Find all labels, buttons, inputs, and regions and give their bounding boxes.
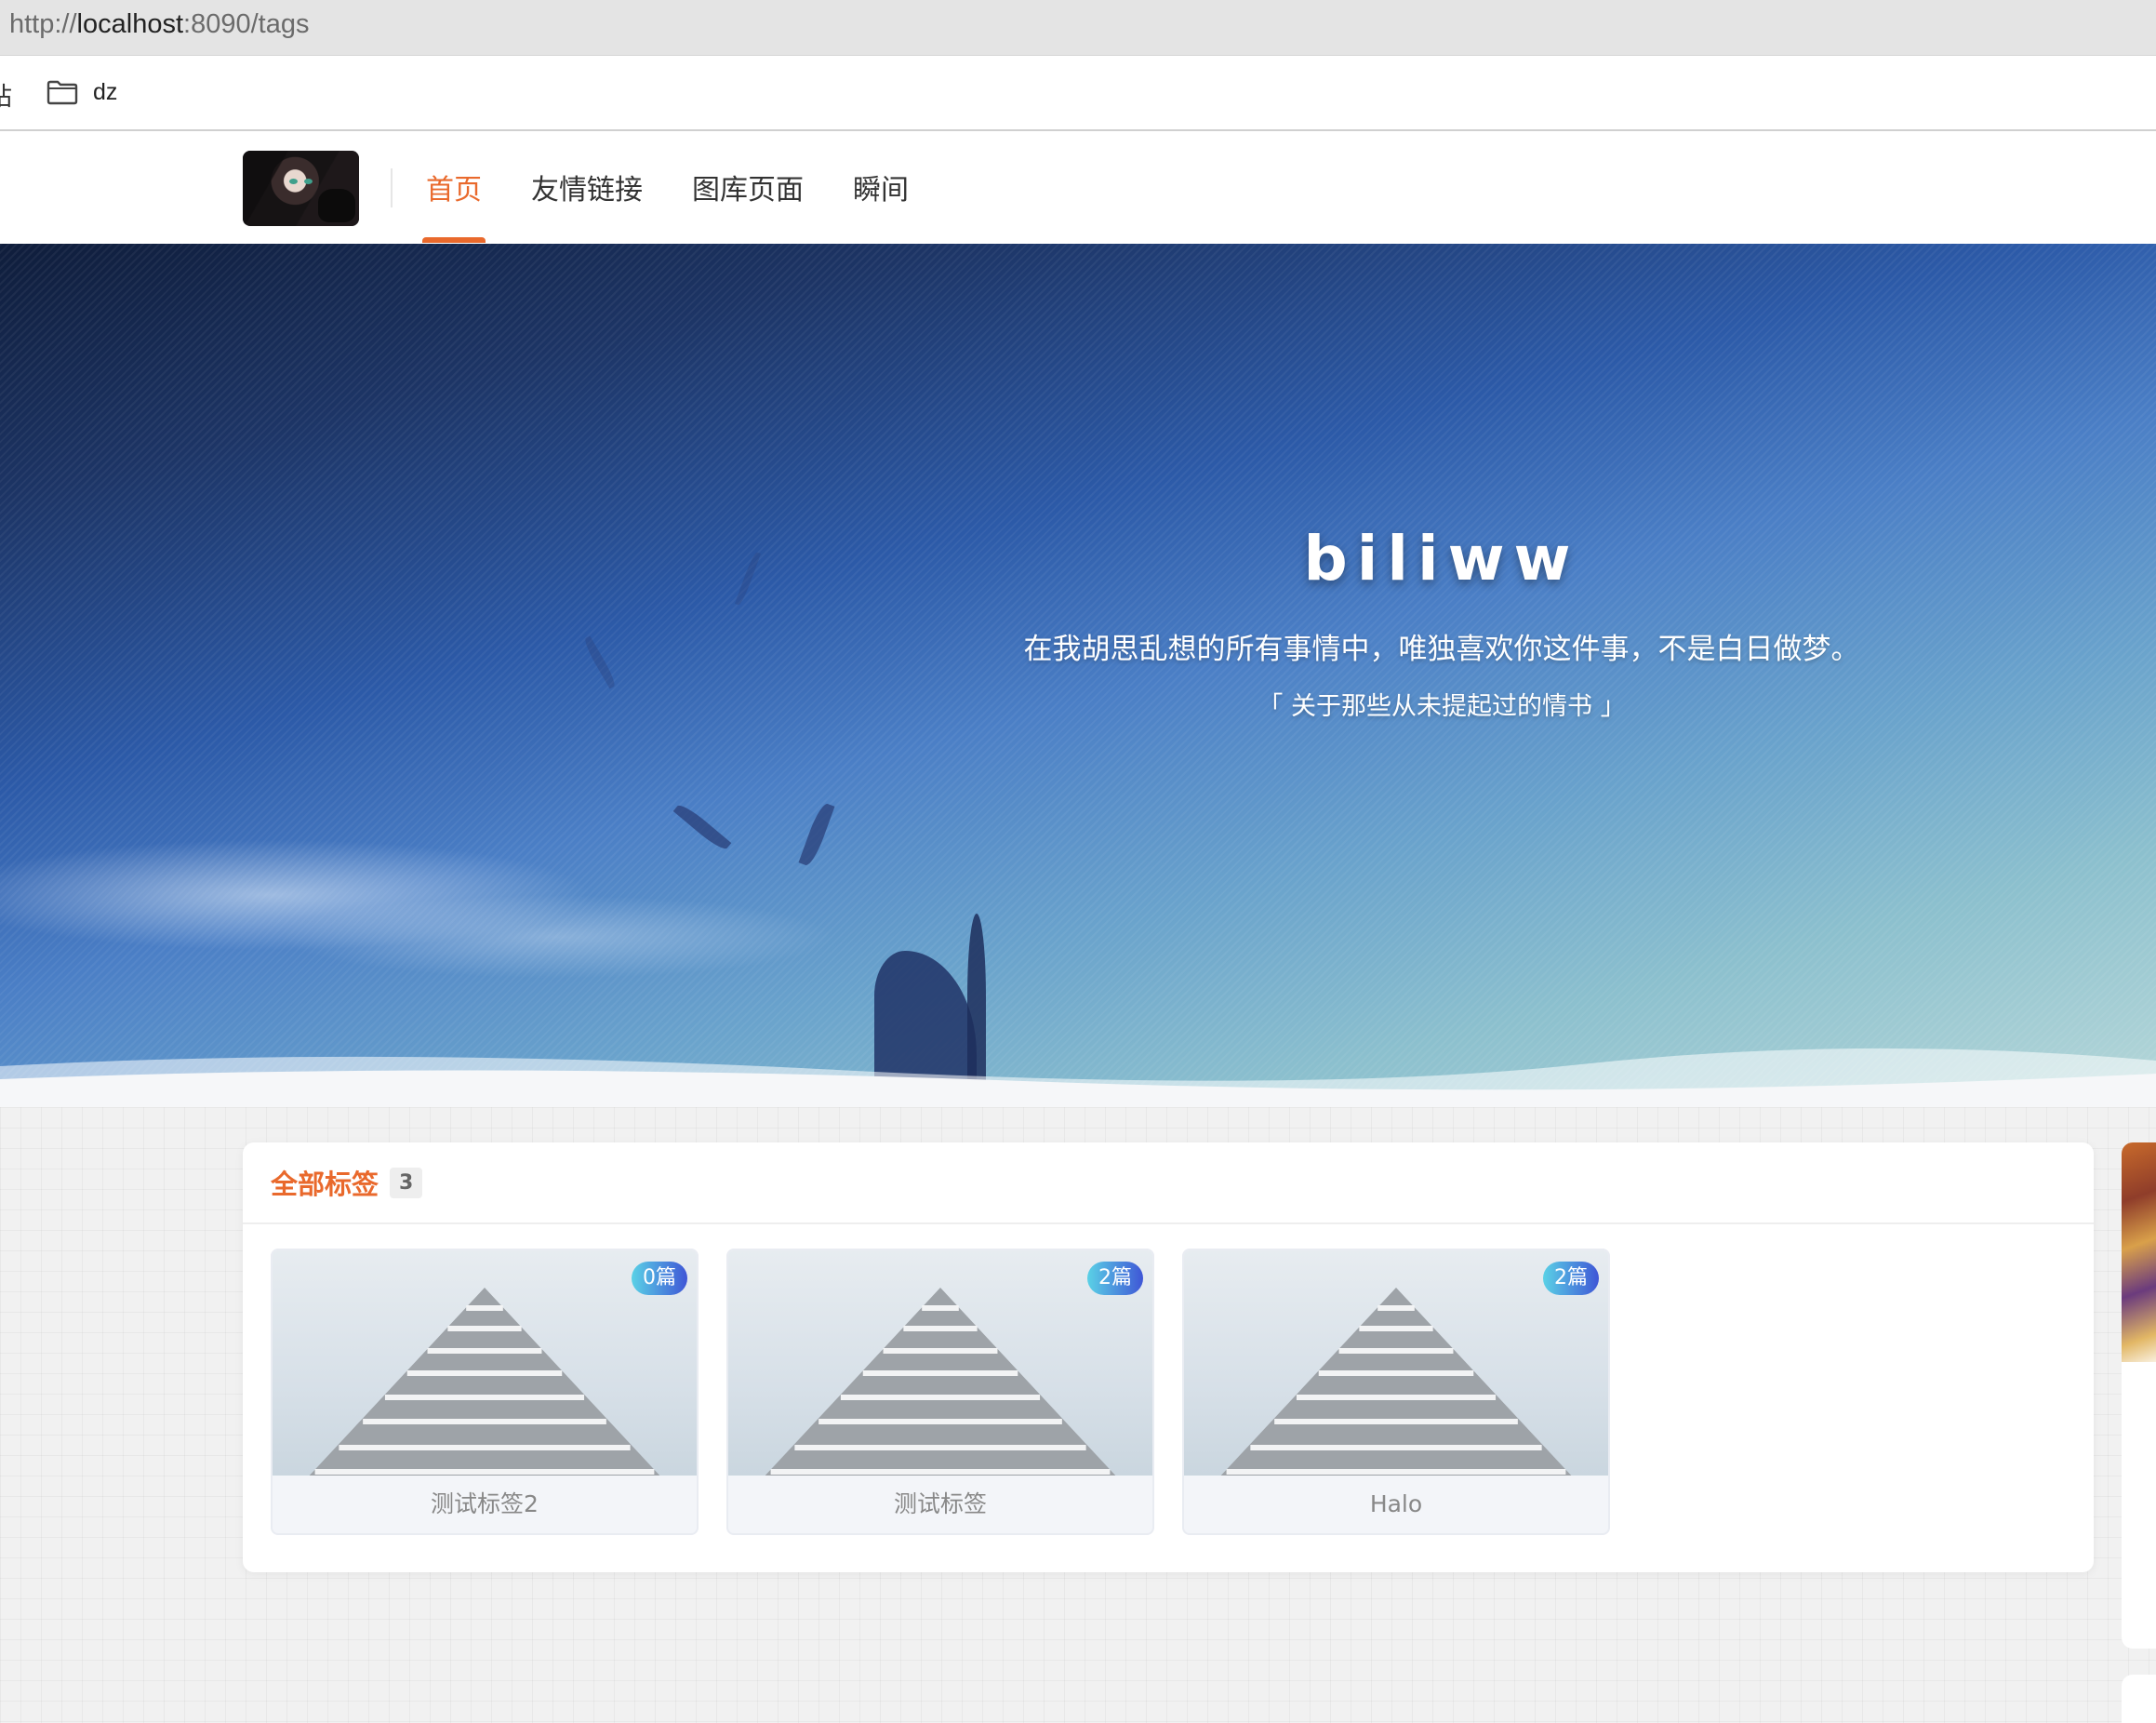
url-host: localhost bbox=[76, 9, 184, 39]
hero-subtitle: 在我胡思乱想的所有事情中，唯独喜欢你这件事，不是白日做梦。 bbox=[1023, 633, 1860, 666]
tags-card-title: 全部标签 bbox=[271, 1169, 379, 1200]
logo-eye-right bbox=[304, 179, 313, 184]
sidebar-card bbox=[2122, 1675, 2156, 1723]
hero-quote: 「 关于那些从未提起过的情书 」 bbox=[1258, 692, 1626, 721]
logo-cat-shape bbox=[318, 189, 355, 222]
header-divider bbox=[391, 168, 393, 207]
tag-card[interactable]: 0篇 测试标签2 bbox=[271, 1249, 699, 1535]
nav-item-home[interactable]: 首页 bbox=[422, 167, 486, 243]
post-count-badge: 0篇 bbox=[632, 1262, 687, 1295]
hero-stripe-overlay bbox=[0, 244, 2156, 1107]
tag-name: 测试标签2 bbox=[431, 1490, 539, 1517]
hero-wave bbox=[0, 1048, 2156, 1107]
bookmarks-bar: 站 dz bbox=[0, 56, 2156, 131]
site-header: 首页 友情链接 图库页面 瞬间 bbox=[0, 131, 2156, 244]
tag-cover-image: 0篇 bbox=[273, 1250, 697, 1476]
nav-item-moments[interactable]: 瞬间 bbox=[853, 167, 909, 207]
tag-card[interactable]: 2篇 Halo bbox=[1182, 1249, 1610, 1535]
tag-name: Halo bbox=[1369, 1490, 1423, 1517]
logo-eye-left bbox=[289, 179, 298, 184]
url-path: :8090/tags bbox=[183, 9, 310, 39]
hero-cloud bbox=[279, 895, 837, 979]
nav-item-friend-links[interactable]: 友情链接 bbox=[531, 167, 643, 207]
bookmark-item-cut[interactable]: 站 bbox=[0, 76, 12, 113]
tag-cover-image: 2篇 bbox=[728, 1250, 1152, 1476]
main-nav: 首页 友情链接 图库页面 瞬间 bbox=[422, 167, 909, 243]
tags-card-header: 全部标签 3 bbox=[243, 1142, 2094, 1224]
bookmark-folder-label: dz bbox=[93, 78, 118, 105]
sidebar-cover-image bbox=[2122, 1142, 2156, 1362]
tag-name: 测试标签 bbox=[893, 1490, 987, 1517]
url-text[interactable]: http://localhost:8090/tags bbox=[9, 9, 309, 40]
url-scheme: http:// bbox=[9, 9, 77, 39]
post-count-badge: 2篇 bbox=[1087, 1262, 1143, 1295]
tag-card[interactable]: 2篇 测试标签 bbox=[726, 1249, 1154, 1535]
post-count-badge: 2篇 bbox=[1543, 1262, 1599, 1295]
site-logo[interactable] bbox=[243, 151, 359, 226]
hero-title: biliww bbox=[1303, 523, 1580, 594]
tag-list: 0篇 测试标签2 2篇 测试标签 2篇 Halo bbox=[271, 1249, 1610, 1535]
tags-card: 全部标签 3 0篇 测试标签2 2篇 测试标签 2篇 Halo bbox=[243, 1142, 2094, 1572]
tag-cover-image: 2篇 bbox=[1184, 1250, 1608, 1476]
browser-url-bar[interactable]: http://localhost:8090/tags bbox=[0, 0, 2156, 56]
nav-item-gallery[interactable]: 图库页面 bbox=[692, 167, 804, 207]
hero-banner: biliww 在我胡思乱想的所有事情中，唯独喜欢你这件事，不是白日做梦。 「 关… bbox=[0, 244, 2156, 1107]
tags-count-badge: 3 bbox=[390, 1167, 423, 1198]
folder-icon bbox=[47, 80, 78, 105]
sidebar-profile-card bbox=[2122, 1142, 2156, 1649]
bookmark-folder-dz[interactable]: dz bbox=[47, 76, 117, 108]
